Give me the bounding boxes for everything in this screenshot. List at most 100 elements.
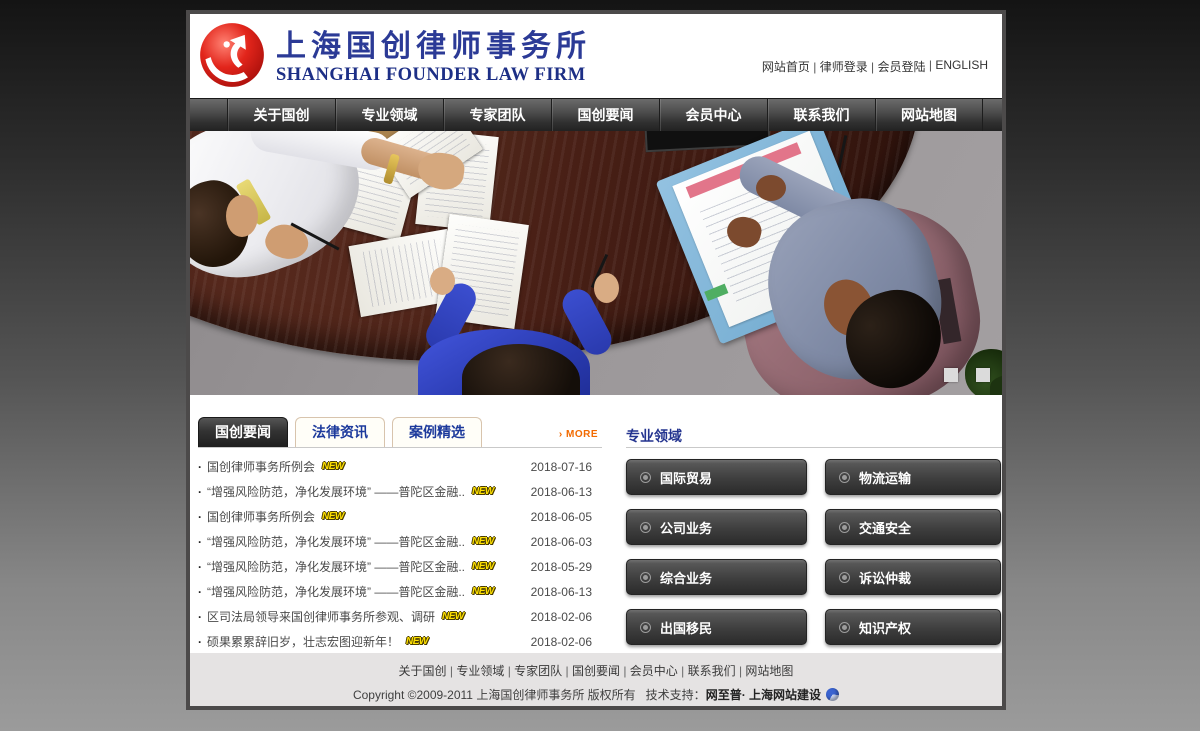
practice-area-button[interactable]: 诉讼仲裁 bbox=[825, 559, 1001, 595]
bullseye-icon bbox=[839, 522, 850, 533]
news-item[interactable]: “增强风险防范，净化发展环境” ——普陀区金融.. NEW 2018-06-13 bbox=[198, 579, 602, 604]
site-container: 上海国创律师事务所 SHANGHAI FOUNDER LAW FIRM 网站首页… bbox=[186, 10, 1006, 710]
bullseye-icon bbox=[640, 572, 651, 583]
news-list: 国创律师事务所例会 NEW 2018-07-16 “增强风险防范，净化发展环境”… bbox=[198, 454, 602, 654]
support-prefix: 技术支持： bbox=[646, 688, 706, 702]
news-item-title: “增强风险防范，净化发展环境” ——普陀区金融.. bbox=[207, 583, 465, 600]
practice-area-button[interactable]: 出国移民 bbox=[626, 609, 807, 645]
news-item-date: 2018-06-13 bbox=[531, 485, 602, 499]
footer-link[interactable]: 会员中心 bbox=[620, 662, 678, 679]
news-item-title: 国创律师事务所例会 bbox=[207, 508, 315, 525]
news-item[interactable]: “增强风险防范，净化发展环境” ——普陀区金融.. NEW 2018-06-13 bbox=[198, 479, 602, 504]
logo-title-en: SHANGHAI FOUNDER LAW FIRM bbox=[276, 65, 591, 86]
more-link[interactable]: › MORE bbox=[559, 429, 598, 440]
bullseye-icon bbox=[640, 472, 651, 483]
new-badge: NEW bbox=[472, 536, 494, 547]
practice-area-label: 出国移民 bbox=[660, 618, 712, 637]
practice-section-title: 专业领域 bbox=[626, 417, 1002, 448]
header-utility-link[interactable]: 网站首页 bbox=[762, 58, 810, 75]
news-item[interactable]: “增强风险防范，净化发展环境” ——普陀区金融.. NEW 2018-05-29 bbox=[198, 554, 602, 579]
practice-area-label: 物流运输 bbox=[859, 468, 911, 487]
news-item[interactable]: “增强风险防范，净化发展环境” ——普陀区金融.. NEW 2018-06-03 bbox=[198, 529, 602, 554]
slide-indicator[interactable] bbox=[976, 368, 990, 382]
new-badge: NEW bbox=[322, 511, 344, 522]
practice-area-label: 交通安全 bbox=[859, 518, 911, 537]
news-item-title: “增强风险防范，净化发展环境” ——普陀区金融.. bbox=[207, 558, 465, 575]
practice-area-label: 国际贸易 bbox=[660, 468, 712, 487]
bullseye-icon bbox=[839, 472, 850, 483]
practice-area-button[interactable]: 国际贸易 bbox=[626, 459, 807, 495]
footer-link[interactable]: 专业领域 bbox=[447, 662, 505, 679]
news-item[interactable]: 区司法局领导来国创律师事务所参观、调研 NEW 2018-02-06 bbox=[198, 604, 602, 629]
news-item-date: 2018-06-05 bbox=[531, 510, 602, 524]
hero-person2-hand-shape bbox=[430, 267, 455, 295]
bullseye-icon bbox=[640, 522, 651, 533]
bullseye-icon bbox=[839, 622, 850, 633]
news-item-date: 2018-06-13 bbox=[531, 585, 602, 599]
practice-area-button[interactable]: 交通安全 bbox=[825, 509, 1001, 545]
footer-link[interactable]: 网站地图 bbox=[736, 662, 794, 679]
news-section: 国创要闻法律资讯案例精选 › MORE 国创律师事务所例会 NEW 2018-0… bbox=[198, 417, 602, 654]
hero-person3-hand-shape bbox=[756, 175, 786, 201]
practice-grid: 国际贸易 物流运输 公司业务 交通安全 bbox=[626, 459, 1002, 645]
practice-area-label: 公司业务 bbox=[660, 518, 712, 537]
footer-links: 关于国创专业领域专家团队国创要闻会员中心联系我们网站地图 bbox=[190, 653, 1002, 679]
practice-area-button[interactable]: 知识产权 bbox=[825, 609, 1001, 645]
news-tab[interactable]: 法律资讯 bbox=[295, 417, 385, 447]
nav-item[interactable]: 国创要闻 bbox=[551, 99, 659, 131]
news-item[interactable]: 硕果累累辞旧岁，壮志宏图迎新年！ NEW 2018-02-06 bbox=[198, 629, 602, 654]
new-badge: NEW bbox=[472, 486, 494, 497]
logo-globe-icon bbox=[198, 21, 266, 94]
practice-area-label: 诉讼仲裁 bbox=[859, 568, 911, 587]
nav-item[interactable]: 专家团队 bbox=[443, 99, 551, 131]
new-badge: NEW bbox=[322, 461, 344, 472]
news-item-title: 硕果累累辞旧岁，壮志宏图迎新年！ bbox=[207, 633, 399, 650]
bullseye-icon bbox=[839, 572, 850, 583]
main-nav: 关于国创专业领域专家团队国创要闻会员中心联系我们网站地图 bbox=[190, 98, 1002, 131]
news-item-date: 2018-06-03 bbox=[531, 535, 602, 549]
hero-person2-hand-shape bbox=[594, 273, 619, 303]
news-item-date: 2018-02-06 bbox=[531, 610, 602, 624]
news-tab[interactable]: 国创要闻 bbox=[198, 417, 288, 447]
logo-title-zh: 上海国创律师事务所 bbox=[276, 30, 591, 63]
nav-item[interactable]: 会员中心 bbox=[659, 99, 767, 131]
practice-area-button[interactable]: 综合业务 bbox=[626, 559, 807, 595]
practice-area-button[interactable]: 公司业务 bbox=[626, 509, 807, 545]
footer-link[interactable]: 国创要闻 bbox=[562, 662, 620, 679]
news-item-date: 2018-05-29 bbox=[531, 560, 602, 574]
nav-item[interactable]: 联系我们 bbox=[767, 99, 875, 131]
copyright-text: Copyright ©2009-2011 上海国创律师事务所 版权所有 bbox=[353, 688, 636, 702]
news-item[interactable]: 国创律师事务所例会 NEW 2018-07-16 bbox=[198, 454, 602, 479]
site-footer: 关于国创专业领域专家团队国创要闻会员中心联系我们网站地图 Copyright ©… bbox=[190, 653, 1002, 706]
new-badge: NEW bbox=[472, 561, 494, 572]
new-badge: NEW bbox=[472, 586, 494, 597]
header-utility-link[interactable]: ENGLISH bbox=[926, 58, 988, 75]
footer-link[interactable]: 联系我们 bbox=[678, 662, 736, 679]
header-utility-link[interactable]: 律师登录 bbox=[810, 58, 868, 75]
hero-person1-face-shape bbox=[226, 195, 258, 237]
nav-item[interactable]: 关于国创 bbox=[227, 99, 335, 131]
new-badge: NEW bbox=[442, 611, 464, 622]
news-tab[interactable]: 案例精选 bbox=[392, 417, 482, 447]
news-item-date: 2018-02-06 bbox=[531, 635, 602, 649]
header-utility-links: 网站首页律师登录会员登陆ENGLISH bbox=[762, 58, 988, 75]
slide-indicator[interactable] bbox=[944, 368, 958, 382]
nav-item[interactable]: 专业领域 bbox=[335, 99, 443, 131]
practice-area-button[interactable]: 物流运输 bbox=[825, 459, 1001, 495]
site-header: 上海国创律师事务所 SHANGHAI FOUNDER LAW FIRM 网站首页… bbox=[190, 14, 1002, 98]
pie-chart-icon bbox=[826, 688, 839, 701]
bullseye-icon bbox=[640, 622, 651, 633]
news-item[interactable]: 国创律师事务所例会 NEW 2018-06-05 bbox=[198, 504, 602, 529]
footer-link[interactable]: 关于国创 bbox=[399, 662, 447, 679]
logo[interactable]: 上海国创律师事务所 SHANGHAI FOUNDER LAW FIRM bbox=[198, 21, 591, 94]
nav-item[interactable]: 网站地图 bbox=[875, 99, 983, 131]
practice-area-label: 知识产权 bbox=[859, 618, 911, 637]
support-link[interactable]: 网至普· 上海网站建设 bbox=[706, 688, 821, 702]
practice-section: 专业领域 国际贸易 物流运输 公司业务 bbox=[626, 417, 1002, 645]
footer-link[interactable]: 专家团队 bbox=[504, 662, 562, 679]
news-tabs: 国创要闻法律资讯案例精选 bbox=[198, 429, 489, 446]
header-utility-link[interactable]: 会员登陆 bbox=[868, 58, 926, 75]
hero-slideshow bbox=[190, 131, 1002, 395]
news-item-title: 区司法局领导来国创律师事务所参观、调研 bbox=[207, 608, 435, 625]
news-item-title: “增强风险防范，净化发展环境” ——普陀区金融.. bbox=[207, 483, 465, 500]
